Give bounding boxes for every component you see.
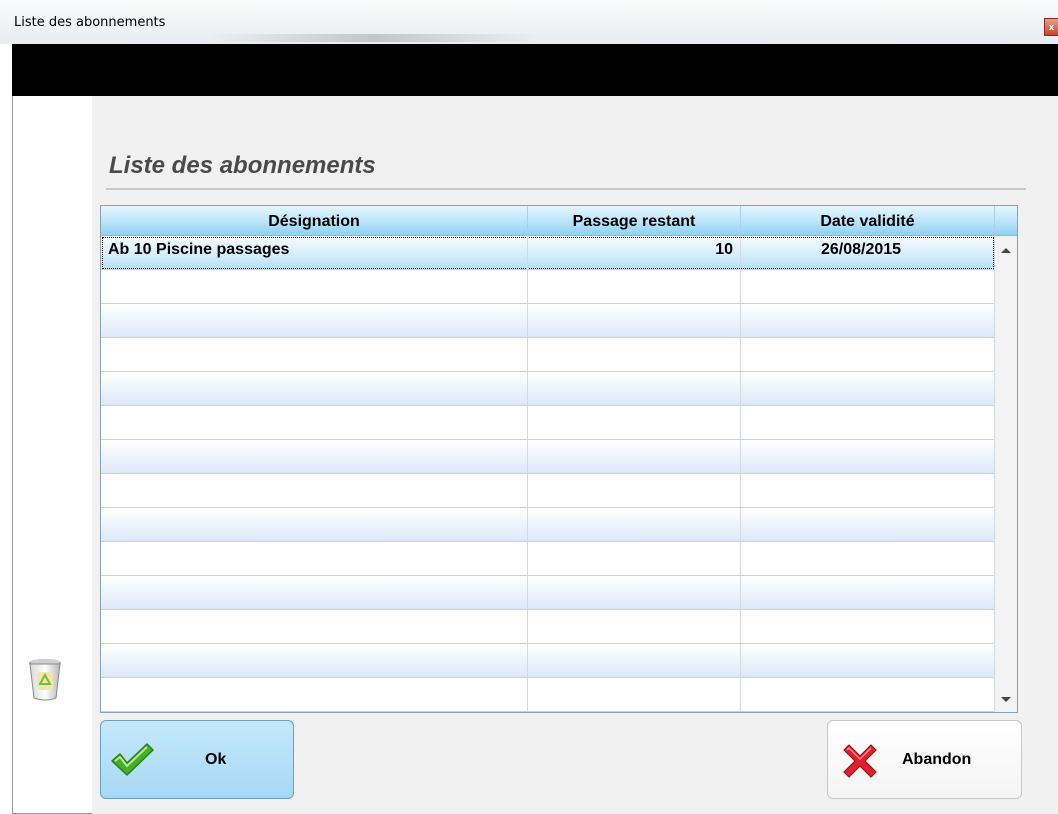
cell-validity-date (741, 406, 995, 440)
cell-remaining-passes (528, 508, 741, 542)
cell-remaining-passes (528, 406, 741, 440)
cell-validity-date (741, 542, 995, 576)
cell-validity-date (741, 304, 995, 338)
cell-remaining-passes (528, 440, 741, 474)
column-header-remaining-passes[interactable]: Passage restant (528, 206, 741, 236)
cell-validity-date (741, 610, 995, 644)
window-titlebar: Liste des abonnements x (0, 0, 1058, 44)
cell-remaining-passes (528, 678, 741, 712)
cell-validity-date (741, 440, 995, 474)
cell-validity-date (741, 270, 995, 304)
cell-designation (101, 440, 528, 474)
table-row[interactable] (101, 644, 995, 678)
table-row[interactable] (101, 678, 995, 712)
checkmark-icon (111, 743, 154, 776)
vertical-scrollbar[interactable] (995, 236, 1017, 712)
cell-designation (101, 304, 528, 338)
cell-designation (101, 678, 528, 712)
ok-button[interactable]: Ok (100, 720, 294, 799)
subscriptions-table[interactable]: Désignation Passage restant Date validit… (100, 205, 1018, 713)
column-header-designation[interactable]: Désignation (101, 206, 528, 236)
scroll-up-arrow-icon[interactable] (1001, 248, 1011, 253)
recycle-bin-icon[interactable] (26, 656, 64, 702)
cell-designation (101, 406, 528, 440)
cell-validity-date (741, 474, 995, 508)
cell-designation (101, 610, 528, 644)
cell-validity-date (741, 678, 995, 712)
table-row[interactable] (101, 304, 995, 338)
close-icon: x (1048, 22, 1054, 32)
column-header-validity-date[interactable]: Date validité (741, 206, 995, 236)
cell-remaining-passes (528, 542, 741, 576)
cell-designation (101, 644, 528, 678)
cell-validity-date (741, 576, 995, 610)
close-button[interactable]: x (1044, 18, 1058, 36)
table-row[interactable] (101, 610, 995, 644)
cell-validity-date (741, 644, 995, 678)
table-row[interactable] (101, 270, 995, 304)
cell-designation: Ab 10 Piscine passages (101, 236, 528, 270)
table-row[interactable] (101, 576, 995, 610)
page-title: Liste des abonnements (109, 152, 376, 179)
window-title: Liste des abonnements (14, 15, 166, 30)
cell-designation (101, 542, 528, 576)
cell-designation (101, 576, 528, 610)
cell-validity-date (741, 338, 995, 372)
cell-designation (101, 372, 528, 406)
table-row[interactable] (101, 474, 995, 508)
window-left-border (12, 96, 13, 814)
cell-remaining-passes (528, 372, 741, 406)
cell-remaining-passes (528, 304, 741, 338)
table-header: Désignation Passage restant Date validit… (101, 206, 1017, 236)
table-row[interactable] (101, 542, 995, 576)
table-row[interactable] (101, 440, 995, 474)
cell-remaining-passes (528, 610, 741, 644)
cell-remaining-passes (528, 576, 741, 610)
table-row[interactable] (101, 406, 995, 440)
cell-validity-date (741, 372, 995, 406)
cell-remaining-passes (528, 644, 741, 678)
cell-designation (101, 508, 528, 542)
titlebar-glow (210, 34, 540, 42)
table-row[interactable] (101, 338, 995, 372)
table-row[interactable] (101, 372, 995, 406)
table-row[interactable]: Ab 10 Piscine passages 10 26/08/2015 (101, 236, 995, 270)
table-row[interactable] (101, 508, 995, 542)
cell-remaining-passes (528, 338, 741, 372)
cell-designation (101, 338, 528, 372)
red-cross-icon (843, 744, 877, 778)
cell-remaining-passes (528, 270, 741, 304)
title-divider (106, 188, 1026, 190)
cell-designation (101, 270, 528, 304)
header-black-band (12, 44, 1058, 96)
abandon-button-label: Abandon (902, 751, 972, 768)
cell-validity-date: 26/08/2015 (741, 236, 995, 270)
cell-remaining-passes (528, 474, 741, 508)
cell-validity-date (741, 508, 995, 542)
cell-designation (101, 474, 528, 508)
scroll-down-arrow-icon[interactable] (1001, 697, 1011, 702)
ok-button-label: Ok (205, 751, 227, 768)
cell-remaining-passes: 10 (528, 236, 741, 270)
abandon-button[interactable]: Abandon (827, 720, 1022, 799)
